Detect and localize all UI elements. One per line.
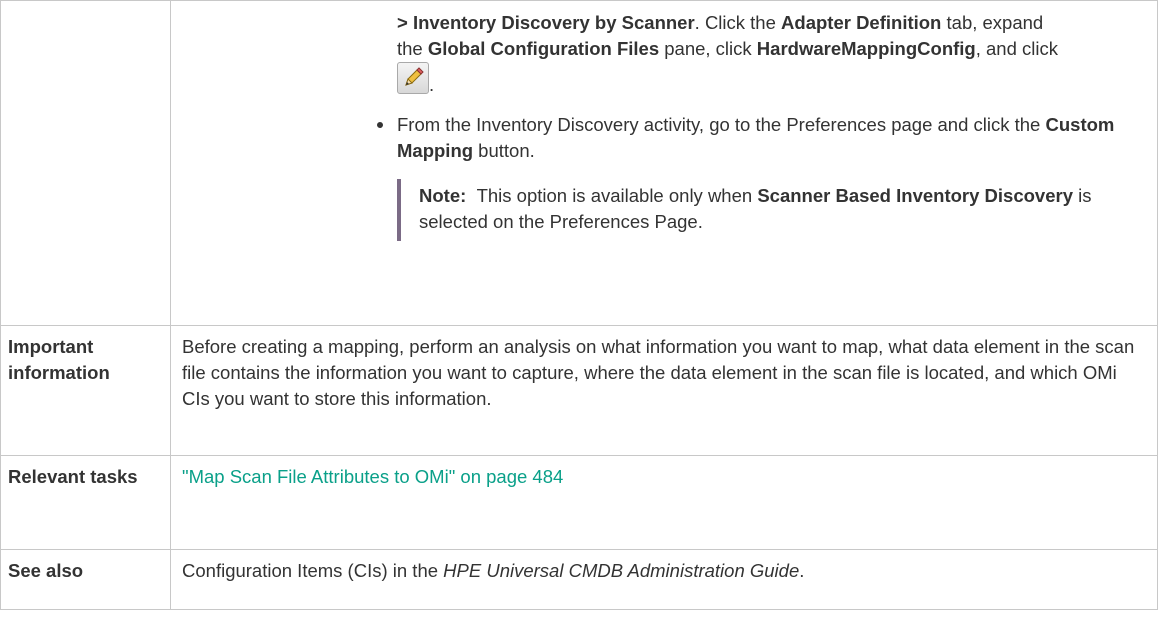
pencil-edit-icon [397,62,429,94]
table-row-continuation: > Inventory Discovery by Scanner. Click … [0,0,1158,326]
row-label: Important information [0,325,171,456]
text-span: From the Inventory Discovery activity, g… [397,114,1046,135]
text-span: . Click the [694,12,782,33]
table-row-relevant-tasks: Relevant tasks "Map Scan File Attributes… [0,455,1158,550]
guide-title-italic: HPE Universal CMDB Administration Guide [443,560,800,581]
text-span: tab, expand [941,12,1044,33]
text-span: the [397,38,428,59]
map-scan-file-link[interactable]: "Map Scan File Attributes to OMi" on pag… [182,466,563,487]
row-label-empty [0,0,171,326]
text-span: Configuration Items (CIs) in the [182,560,444,581]
text-span: . [799,560,805,581]
row-label: See also [0,549,171,610]
scanner-based-inventory-bold: Scanner Based Inventory Discovery [757,185,1073,206]
note-label: Note: [419,185,467,206]
reference-table: > Inventory Discovery by Scanner. Click … [0,0,1158,610]
row-label: Relevant tasks [0,455,171,550]
text-span: pane, click [659,38,757,59]
bullet-list: From the Inventory Discovery activity, g… [372,112,1147,241]
row-content-continuation: > Inventory Discovery by Scanner. Click … [170,0,1158,326]
path-bold: > Inventory Discovery by Scanner [397,12,695,33]
text-span: This option is available only when [476,185,758,206]
text-span: button. [473,140,535,161]
hardware-mapping-config-bold: HardwareMappingConfig [756,38,976,59]
text-span: , and click [975,38,1058,59]
list-item: From the Inventory Discovery activity, g… [372,112,1147,241]
row-content: Configuration Items (CIs) in the HPE Uni… [170,549,1158,610]
adapter-definition-bold: Adapter Definition [781,12,942,33]
note-callout: Note: This option is available only when… [397,179,1147,241]
text-span: . [429,74,435,95]
instruction-paragraph: > Inventory Discovery by Scanner. Click … [397,10,1147,98]
row-content: "Map Scan File Attributes to OMi" on pag… [170,455,1158,550]
global-config-files-bold: Global Configuration Files [427,38,660,59]
row-content: Before creating a mapping, perform an an… [170,325,1158,456]
table-row-important-information: Important information Before creating a … [0,325,1158,456]
table-row-see-also: See also Configuration Items (CIs) in th… [0,549,1158,610]
